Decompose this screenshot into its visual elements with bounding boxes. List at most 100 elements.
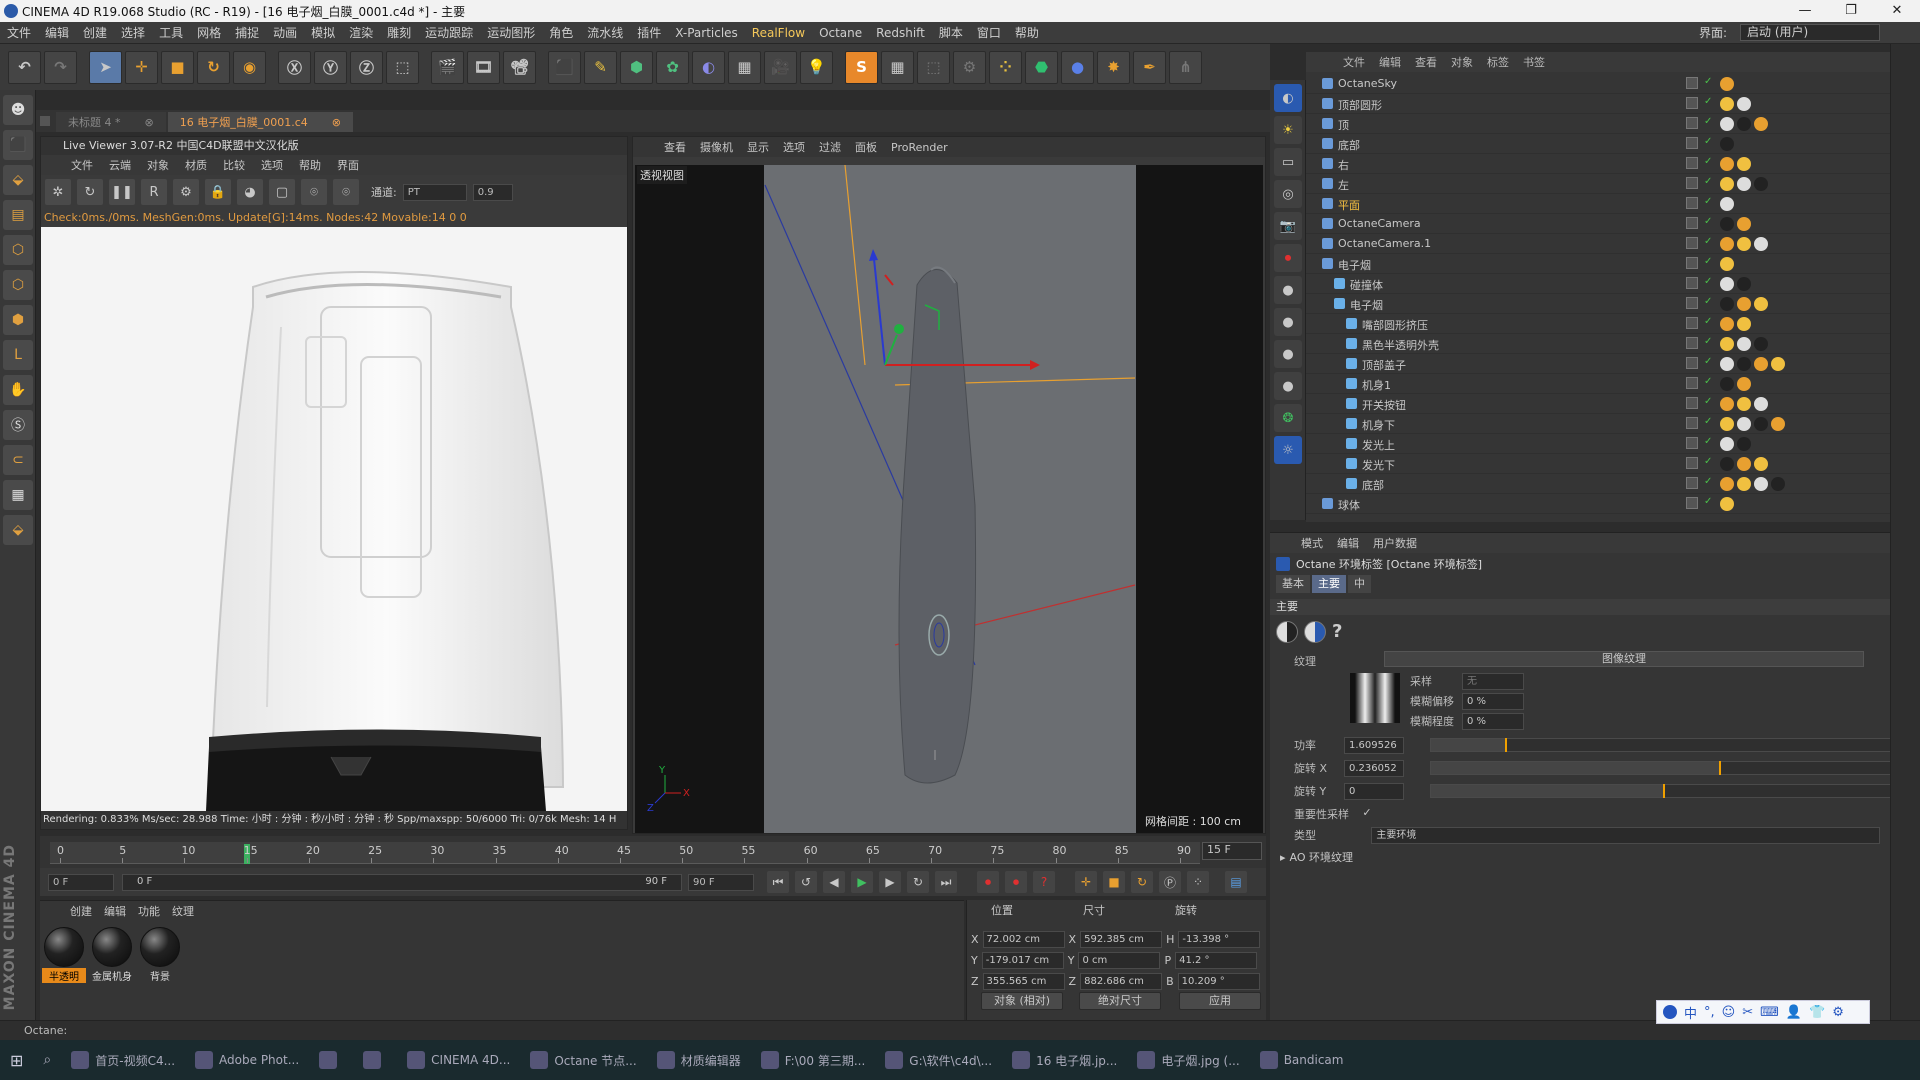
object-enabled-icon[interactable]: ✓ [1704, 96, 1712, 107]
attributes-tab[interactable]: 主要 [1312, 575, 1346, 593]
key-pla-icon[interactable]: ⁘ [1187, 871, 1209, 893]
apply-button[interactable]: 应用 [1179, 992, 1261, 1010]
object-tag-icon[interactable] [1737, 297, 1751, 311]
object-tag-icon[interactable] [1771, 417, 1785, 431]
object-visibility-icon[interactable] [1686, 477, 1698, 489]
x-axis-icon[interactable]: Ⓧ [278, 50, 311, 84]
key-position-icon[interactable]: ✛ [1075, 871, 1097, 893]
rotation-x-field[interactable]: 0.236052 [1344, 759, 1404, 777]
object-tag-icon[interactable] [1737, 117, 1751, 131]
object-enabled-icon[interactable]: ✓ [1704, 416, 1712, 427]
live-viewer-menu-item[interactable]: 比较 [215, 157, 253, 173]
y-axis-icon[interactable]: Ⓨ [314, 50, 347, 84]
object-tag-icon[interactable] [1737, 457, 1751, 471]
menu-item[interactable]: 捕捉 [228, 24, 266, 41]
autokey-icon[interactable]: ⏺ [1005, 871, 1027, 893]
menu-item[interactable]: 动画 [266, 24, 304, 41]
perspective-viewport[interactable]: Y X Z 透视视图 网格间距 : 100 cm [635, 165, 1263, 833]
next-frame-icon[interactable]: ▶ [879, 871, 901, 893]
polygons-mode-icon[interactable]: ⬢ [3, 305, 33, 335]
axis-mode-icon[interactable]: L [3, 340, 33, 370]
go-to-start-icon[interactable]: ⏮ [767, 871, 789, 893]
object-tag-icon[interactable] [1720, 397, 1734, 411]
object-menu-item[interactable]: 文件 [1336, 54, 1372, 70]
menu-item[interactable]: 工具 [152, 24, 190, 41]
plugin-s-icon[interactable]: S [845, 50, 878, 84]
object-tag-icon[interactable] [1720, 477, 1734, 491]
object-tag-icon[interactable] [1737, 377, 1751, 391]
object-row[interactable]: OctaneCamera ✓ [1306, 214, 1890, 234]
interface-dropdown[interactable]: 启动 (用户) [1740, 24, 1880, 41]
rotation-y-field[interactable]: 0 [1344, 782, 1404, 800]
size-field[interactable]: 0 cm [1078, 951, 1161, 969]
rotation-field[interactable]: 10.209 ° [1177, 972, 1260, 990]
object-visibility-icon[interactable] [1686, 437, 1698, 449]
object-tag-icon[interactable] [1737, 237, 1751, 251]
object-tag-icon[interactable] [1771, 477, 1785, 491]
position-field[interactable]: -179.017 cm [981, 951, 1064, 969]
object-tag-icon[interactable] [1754, 477, 1768, 491]
object-visibility-icon[interactable] [1686, 137, 1698, 149]
object-enabled-icon[interactable]: ✓ [1704, 456, 1712, 467]
object-visibility-icon[interactable] [1686, 317, 1698, 329]
plugin-box-icon[interactable]: ⬚ [917, 50, 950, 84]
material-sphere-icon-1[interactable]: ● [1274, 276, 1302, 304]
ime-button[interactable]: ⌨ [1760, 1005, 1779, 1020]
object-row[interactable]: 顶部盖子 ✓ [1306, 354, 1890, 374]
menu-item[interactable]: 运动图形 [480, 24, 542, 41]
menu-item[interactable]: 选择 [114, 24, 152, 41]
viewport-menu-item[interactable]: 过滤 [812, 139, 848, 155]
object-tag-icon[interactable] [1720, 297, 1734, 311]
menu-item[interactable]: 编辑 [38, 24, 76, 41]
object-menu-item[interactable]: 编辑 [1372, 54, 1408, 70]
channel-number-field[interactable]: 0.9 [472, 183, 513, 201]
rotate-tool-icon[interactable]: ↻ [197, 50, 230, 84]
tab-close-icon[interactable]: ⊗ [332, 116, 341, 129]
object-tag-icon[interactable] [1737, 437, 1751, 451]
object-visibility-icon[interactable] [1686, 397, 1698, 409]
workplane-icon[interactable]: ▤ [3, 200, 33, 230]
keyframe-selection-icon[interactable]: ? [1033, 871, 1055, 893]
material-ball-icon[interactable]: ◕ [237, 179, 263, 205]
redo-icon[interactable]: ↷ [44, 50, 77, 84]
object-tag-icon[interactable] [1754, 457, 1768, 471]
ime-button[interactable]: ✂ [1742, 1005, 1753, 1020]
live-viewer-menu-item[interactable]: 云端 [101, 157, 139, 173]
taskbar-item[interactable]: CINEMA 4D... [397, 1040, 520, 1080]
coord-mode-dropdown[interactable]: 对象 (相对) [981, 992, 1063, 1010]
object-tag-icon[interactable] [1720, 437, 1734, 451]
object-visibility-icon[interactable] [1686, 497, 1698, 509]
power-field[interactable]: 1.609526 [1344, 736, 1404, 754]
timeline-window-icon[interactable]: ▤ [1225, 871, 1247, 893]
object-visibility-icon[interactable] [1686, 417, 1698, 429]
render-settings-icon[interactable]: 📽 [503, 50, 536, 84]
half-circle-icon[interactable] [1276, 621, 1298, 643]
prev-key-icon[interactable]: ↺ [795, 871, 817, 893]
object-tag-icon[interactable] [1720, 377, 1734, 391]
object-tag-icon[interactable] [1720, 197, 1734, 211]
recent-tool-icon[interactable]: ◉ [233, 50, 266, 84]
cube-icon[interactable]: ⬛ [548, 50, 581, 84]
object-row[interactable]: OctaneSky ✓ [1306, 74, 1890, 94]
model-mode-icon[interactable]: ⬛ [3, 130, 33, 160]
move-tool-icon[interactable]: ✛ [125, 50, 158, 84]
ime-button[interactable]: 👤 [1786, 1005, 1802, 1020]
object-tag-icon[interactable] [1720, 97, 1734, 111]
attributes-menu-item[interactable]: 用户数据 [1366, 535, 1424, 551]
live-viewer-menu-item[interactable]: 帮助 [291, 157, 329, 173]
attributes-menu-item[interactable]: 编辑 [1330, 535, 1366, 551]
object-visibility-icon[interactable] [1686, 457, 1698, 469]
taskbar-item[interactable]: Adobe Phot... [185, 1040, 309, 1080]
settings-icon[interactable]: ⚙ [173, 179, 199, 205]
menu-item[interactable]: 雕刻 [380, 24, 418, 41]
snap-icon[interactable]: Ⓢ [3, 410, 33, 440]
object-tag-icon[interactable] [1737, 397, 1751, 411]
menu-item[interactable]: 网格 [190, 24, 228, 41]
object-enabled-icon[interactable]: ✓ [1704, 496, 1712, 507]
object-row[interactable]: 黑色半透明外壳 ✓ [1306, 334, 1890, 354]
object-tag-icon[interactable] [1737, 217, 1751, 231]
object-enabled-icon[interactable]: ✓ [1704, 316, 1712, 327]
select-tool-icon[interactable]: ➤ [89, 50, 122, 84]
object-tag-icon[interactable] [1737, 337, 1751, 351]
viewport-menu-item[interactable]: 显示 [740, 139, 776, 155]
